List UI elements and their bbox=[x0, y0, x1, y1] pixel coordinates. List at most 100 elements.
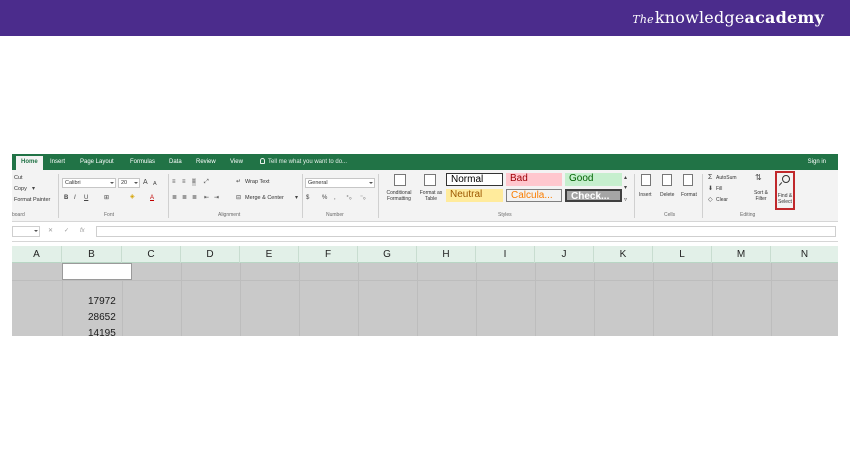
column-header-c[interactable]: C bbox=[122, 246, 181, 263]
chevron-down-icon[interactable]: ▾ bbox=[32, 185, 35, 193]
find-select-highlight[interactable]: Find & Select bbox=[775, 171, 795, 210]
align-center-icon[interactable]: ≣ bbox=[182, 194, 187, 202]
merge-icon: ⊟ bbox=[236, 195, 242, 201]
sort-filter-button[interactable]: Sort & Filter bbox=[752, 190, 770, 202]
column-header-j[interactable]: J bbox=[535, 246, 594, 263]
percent-button[interactable]: % bbox=[322, 194, 327, 202]
tab-page-layout[interactable]: Page Layout bbox=[80, 156, 114, 168]
clear-button[interactable]: Clear bbox=[716, 197, 728, 204]
wrap-text-icon: ↵ bbox=[236, 179, 242, 185]
styles-scroll-down-icon[interactable]: ▾ bbox=[624, 184, 627, 192]
underline-button[interactable]: U bbox=[84, 194, 88, 202]
column-header-k[interactable]: K bbox=[594, 246, 653, 263]
insert-cells-button[interactable]: Insert bbox=[639, 192, 652, 199]
cell-grid[interactable]: 17972 28652 14195 bbox=[12, 263, 838, 336]
chevron-down-icon bbox=[369, 182, 373, 184]
column-header-m[interactable]: M bbox=[712, 246, 771, 263]
cell-b-value[interactable]: 14195 bbox=[88, 328, 116, 336]
name-box[interactable] bbox=[12, 226, 40, 237]
active-cell[interactable] bbox=[62, 263, 132, 280]
copy-button[interactable]: Copy bbox=[14, 186, 27, 193]
sign-in-link[interactable]: Sign in bbox=[808, 156, 826, 168]
format-as-table-button[interactable]: Format as Table bbox=[416, 190, 446, 202]
brand-accent: academy bbox=[744, 8, 824, 27]
column-header-f[interactable]: F bbox=[299, 246, 358, 263]
style-neutral[interactable]: Neutral bbox=[446, 189, 503, 202]
column-header-b[interactable]: B bbox=[62, 246, 122, 263]
align-left-icon[interactable]: ≣ bbox=[172, 194, 177, 202]
tell-me-box[interactable]: Tell me what you want to do... bbox=[260, 156, 347, 168]
column-header-i[interactable]: I bbox=[476, 246, 535, 263]
group-divider bbox=[302, 174, 303, 218]
column-headers: A B C D E F G H I J K L M N bbox=[12, 246, 838, 263]
delete-cells-button[interactable]: Delete bbox=[660, 192, 674, 199]
grow-font-button[interactable]: A bbox=[143, 179, 148, 187]
tab-home[interactable]: Home bbox=[16, 156, 43, 170]
style-check-cell[interactable]: Check... bbox=[565, 189, 622, 202]
style-normal[interactable]: Normal bbox=[446, 173, 503, 186]
confirm-entry-icon[interactable]: ✓ bbox=[64, 227, 69, 236]
indent-icon[interactable]: ⇤ bbox=[204, 194, 209, 202]
autosum-button[interactable]: AutoSum bbox=[716, 175, 737, 182]
format-cells-button[interactable]: Format bbox=[681, 192, 697, 199]
fill-color-icon[interactable]: ◈ bbox=[130, 193, 135, 201]
align-middle-icon[interactable]: ≡ bbox=[182, 178, 186, 186]
tab-data[interactable]: Data bbox=[169, 156, 182, 168]
styles-more-icon[interactable]: ▿ bbox=[624, 196, 627, 204]
wrap-text-button[interactable]: Wrap Text bbox=[245, 179, 270, 186]
align-top-icon[interactable]: ≡ bbox=[172, 178, 176, 186]
tab-review[interactable]: Review bbox=[196, 156, 216, 168]
cell-b-value[interactable]: 17972 bbox=[88, 296, 116, 308]
align-bottom-icon[interactable]: ≡ bbox=[192, 178, 196, 186]
tab-insert[interactable]: Insert bbox=[50, 156, 65, 168]
merge-center-button[interactable]: Merge & Center bbox=[245, 195, 284, 202]
format-cells-icon bbox=[683, 174, 693, 186]
column-header-n[interactable]: N bbox=[771, 246, 838, 263]
grid-line bbox=[12, 280, 838, 281]
outdent-icon[interactable]: ⇥ bbox=[214, 194, 219, 202]
insert-function-icon[interactable]: fx bbox=[80, 227, 85, 236]
tab-view[interactable]: View bbox=[230, 156, 243, 168]
font-name-select[interactable]: Calibri bbox=[62, 178, 116, 188]
font-group-label: Font bbox=[104, 212, 115, 218]
style-bad[interactable]: Bad bbox=[506, 173, 562, 186]
italic-button[interactable]: I bbox=[74, 194, 76, 202]
column-header-g[interactable]: G bbox=[358, 246, 417, 263]
conditional-formatting-button[interactable]: Conditional Formatting bbox=[382, 190, 416, 202]
currency-button[interactable]: $ bbox=[306, 194, 309, 202]
cut-button[interactable]: Cut bbox=[14, 175, 23, 182]
increase-decimal-icon[interactable]: ⁺₀ bbox=[346, 194, 352, 202]
tab-formulas[interactable]: Formulas bbox=[130, 156, 155, 168]
column-header-e[interactable]: E bbox=[240, 246, 299, 263]
number-format-select[interactable]: General bbox=[305, 178, 375, 188]
find-select-button[interactable]: Find & Select bbox=[777, 193, 793, 205]
formula-input[interactable] bbox=[96, 226, 836, 237]
bold-button[interactable]: B bbox=[64, 194, 68, 202]
borders-icon[interactable]: ⊞ bbox=[104, 194, 109, 202]
cancel-entry-icon[interactable]: ✕ bbox=[48, 227, 53, 236]
decrease-decimal-icon[interactable]: ⁻₀ bbox=[360, 194, 366, 202]
comma-button[interactable]: , bbox=[334, 194, 336, 202]
fill-icon: ⬇ bbox=[708, 186, 714, 192]
format-painter-button[interactable]: Format Painter bbox=[14, 197, 50, 204]
fill-button[interactable]: Fill bbox=[716, 186, 722, 193]
number-group-label: Number bbox=[326, 212, 344, 218]
style-calculation[interactable]: Calcula... bbox=[506, 189, 562, 202]
shrink-font-button[interactable]: A bbox=[153, 180, 157, 188]
column-header-a[interactable]: A bbox=[12, 246, 62, 263]
column-header-l[interactable]: L bbox=[653, 246, 712, 263]
font-size-select[interactable]: 20 bbox=[118, 178, 140, 188]
orientation-icon[interactable]: ⤢ bbox=[204, 178, 209, 186]
style-good[interactable]: Good bbox=[565, 173, 622, 186]
align-right-icon[interactable]: ≣ bbox=[192, 194, 197, 202]
sort-filter-icon: ⇅ bbox=[755, 173, 762, 182]
styles-scroll-up-icon[interactable]: ▴ bbox=[624, 174, 627, 182]
chevron-down-icon[interactable]: ▾ bbox=[295, 194, 298, 202]
font-color-icon[interactable]: A bbox=[150, 194, 154, 202]
cell-b-value[interactable]: 28652 bbox=[88, 312, 116, 324]
column-header-d[interactable]: D bbox=[181, 246, 240, 263]
styles-group-label: Styles bbox=[498, 212, 512, 218]
font-size-value: 20 bbox=[121, 180, 128, 186]
font-name-value: Calibri bbox=[65, 180, 81, 186]
column-header-h[interactable]: H bbox=[417, 246, 476, 263]
